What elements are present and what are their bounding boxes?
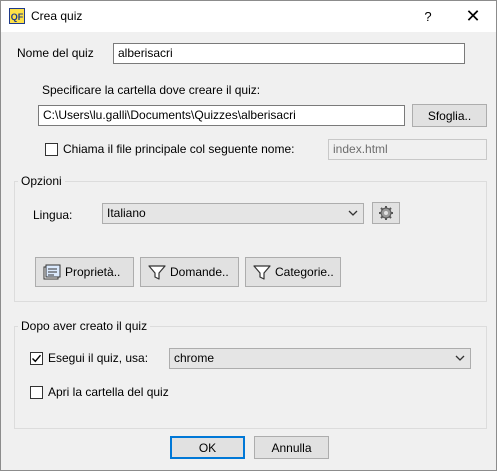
- after-create-group: [14, 326, 487, 429]
- filter-icon: [252, 263, 272, 281]
- properties-icon: [42, 263, 62, 281]
- properties-label: Proprietà..: [65, 265, 121, 279]
- properties-button[interactable]: Proprietà..: [35, 257, 134, 287]
- options-group-title: Opzioni: [18, 174, 65, 188]
- quizfaber-app-icon: QF: [9, 8, 25, 24]
- browser-select[interactable]: chrome: [169, 348, 471, 369]
- main-file-label: Chiama il file principale col seguente n…: [63, 142, 295, 156]
- quiz-name-input[interactable]: alberisacri: [113, 43, 465, 64]
- browse-button[interactable]: Sfoglia..: [412, 104, 487, 127]
- ok-button[interactable]: OK: [170, 436, 245, 459]
- browser-value: chrome: [174, 351, 215, 365]
- folder-path-input[interactable]: C:\Users\lu.galli\Documents\Quizzes\albe…: [38, 105, 405, 126]
- main-file-checkbox[interactable]: [45, 143, 58, 156]
- quiz-name-label: Nome del quiz: [17, 46, 94, 60]
- close-button[interactable]: ✕: [450, 1, 496, 32]
- categories-label: Categorie..: [275, 265, 334, 279]
- close-icon: ✕: [465, 6, 481, 26]
- gear-icon: [379, 206, 393, 220]
- main-file-name-input[interactable]: index.html: [328, 139, 487, 160]
- crea-quiz-dialog: QF Crea quiz ? ✕ Nome del quiz alberisac…: [0, 0, 497, 471]
- filter-icon: [147, 263, 167, 281]
- questions-button[interactable]: Domande..: [140, 257, 239, 287]
- run-quiz-label: Esegui il quiz, usa:: [48, 351, 149, 365]
- svg-text:QF: QF: [11, 12, 24, 22]
- cancel-button[interactable]: Annulla: [254, 436, 329, 459]
- title-bar: QF Crea quiz ? ✕: [1, 1, 496, 32]
- questions-label: Domande..: [170, 265, 229, 279]
- run-quiz-checkbox[interactable]: [30, 352, 43, 365]
- after-create-group-title: Dopo aver creato il quiz: [18, 319, 151, 333]
- language-settings-button[interactable]: [372, 202, 400, 224]
- folder-label: Specificare la cartella dove creare il q…: [42, 83, 261, 97]
- checkmark-icon: [32, 354, 42, 363]
- language-label: Lingua:: [33, 208, 73, 222]
- categories-button[interactable]: Categorie..: [245, 257, 341, 287]
- language-select[interactable]: Italiano: [102, 203, 364, 224]
- open-folder-checkbox[interactable]: [30, 386, 43, 399]
- chevron-down-icon: [348, 210, 358, 216]
- language-value: Italiano: [107, 206, 146, 220]
- open-folder-label: Apri la cartella del quiz: [48, 385, 169, 399]
- help-button[interactable]: ?: [405, 1, 451, 32]
- chevron-down-icon: [455, 355, 465, 361]
- window-title: Crea quiz: [31, 9, 83, 23]
